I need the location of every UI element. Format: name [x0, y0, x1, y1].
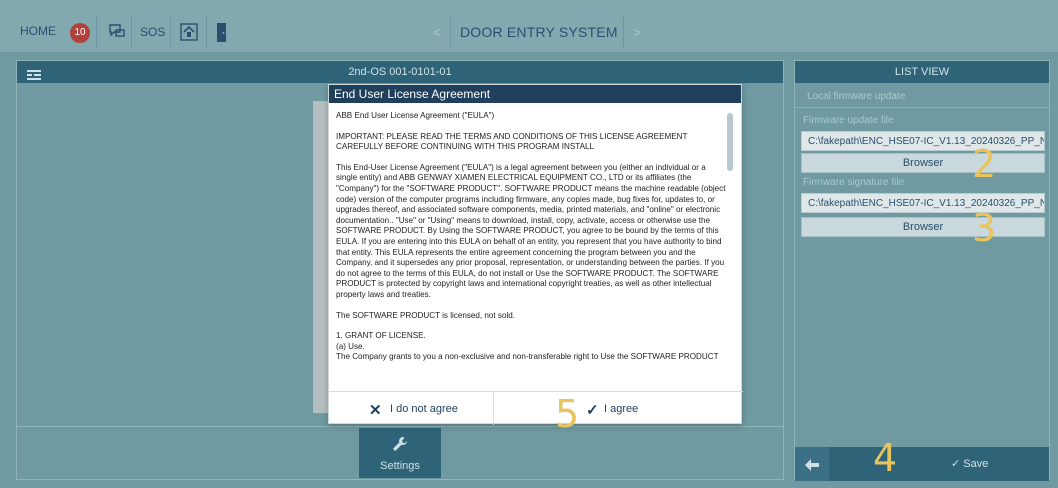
dialog-footer: ✕ I do not agree ✓ I agree: [329, 391, 743, 425]
notification-badge[interactable]: 10: [70, 23, 90, 43]
page-title: DOOR ENTRY SYSTEM: [460, 24, 618, 40]
top-bar: HOME 10 SOS < DOOR ENTRY SYSTEM >: [0, 0, 1058, 52]
next-chevron-icon[interactable]: >: [633, 24, 641, 40]
divider: [450, 16, 451, 48]
eula-paragraph: 1. GRANT OF LICENSE.: [336, 331, 426, 341]
eula-paragraph: ABB End User License Agreement ("EULA"): [336, 111, 495, 120]
close-icon: ✕: [369, 402, 382, 419]
divider: [795, 107, 1049, 108]
back-button[interactable]: [795, 447, 829, 481]
settings-button[interactable]: Settings: [359, 428, 441, 478]
chat-icon[interactable]: [108, 23, 126, 44]
door-icon[interactable]: [216, 23, 228, 47]
step-5-annotation: 5: [555, 392, 580, 436]
accept-button[interactable]: ✓ I agree: [494, 392, 743, 425]
accept-label: I agree: [604, 403, 639, 415]
device-name: 2nd-OS 001-0101-01: [348, 66, 452, 78]
eula-paragraph: The Company grants to you a non-exclusiv…: [336, 352, 719, 362]
divider: [17, 426, 783, 427]
settings-label: Settings: [380, 460, 420, 472]
scrollbar-thumb[interactable]: [727, 113, 733, 171]
divider: [170, 16, 171, 48]
divider: [131, 16, 132, 48]
signature-file-field[interactable]: C:\fakepath\ENC_HSE07-IC_V1.13_20240326_…: [801, 193, 1045, 213]
prev-chevron-icon[interactable]: <: [433, 24, 441, 40]
panel-footer: ✓ Save: [795, 447, 1049, 481]
browse-signature-button[interactable]: Browser: [801, 217, 1045, 237]
step-3-annotation: 3: [972, 206, 997, 250]
save-button[interactable]: ✓ Save: [951, 457, 988, 470]
eula-paragraph: (a) Use.: [336, 341, 365, 351]
divider: [96, 16, 97, 48]
list-view-header: LIST VIEW: [795, 61, 1049, 83]
home-link[interactable]: HOME: [20, 24, 56, 38]
back-arrow-icon: [805, 458, 819, 476]
decline-label: I do not agree: [390, 403, 458, 415]
device-panel-header: 2nd-OS 001-0101-01: [17, 61, 783, 83]
decline-button[interactable]: ✕ I do not agree: [329, 392, 494, 425]
eula-paragraph: This End-User License Agreement ("EULA")…: [336, 162, 726, 299]
divider: [623, 16, 624, 48]
eula-paragraph: The SOFTWARE PRODUCT is licensed, not so…: [336, 310, 516, 320]
update-file-label: Firmware update file: [803, 115, 894, 126]
browse-update-button[interactable]: Browser: [801, 153, 1045, 173]
check-icon: ✓: [586, 402, 599, 419]
sos-button[interactable]: SOS: [140, 25, 165, 39]
eula-dialog: End User License Agreement ABB End User …: [328, 84, 743, 425]
divider: [206, 16, 207, 48]
list-view-panel: LIST VIEW Local firmware update Firmware…: [794, 60, 1050, 481]
home-unlock-icon[interactable]: [180, 23, 198, 46]
signature-file-label: Firmware signature file: [803, 177, 905, 188]
update-file-field[interactable]: C:\fakepath\ENC_HSE07-IC_V1.13_20240326_…: [801, 131, 1045, 151]
section-title: Local firmware update: [807, 91, 906, 102]
step-4-annotation: 4: [873, 436, 898, 480]
wrench-icon: [392, 436, 408, 457]
step-2-annotation: 2: [972, 142, 997, 186]
dialog-title: End User License Agreement: [329, 85, 741, 103]
eula-text[interactable]: ABB End User License Agreement ("EULA") …: [329, 103, 743, 391]
eula-paragraph: IMPORTANT: PLEASE READ THE TERMS AND CON…: [336, 131, 688, 152]
save-label: Save: [963, 458, 989, 470]
